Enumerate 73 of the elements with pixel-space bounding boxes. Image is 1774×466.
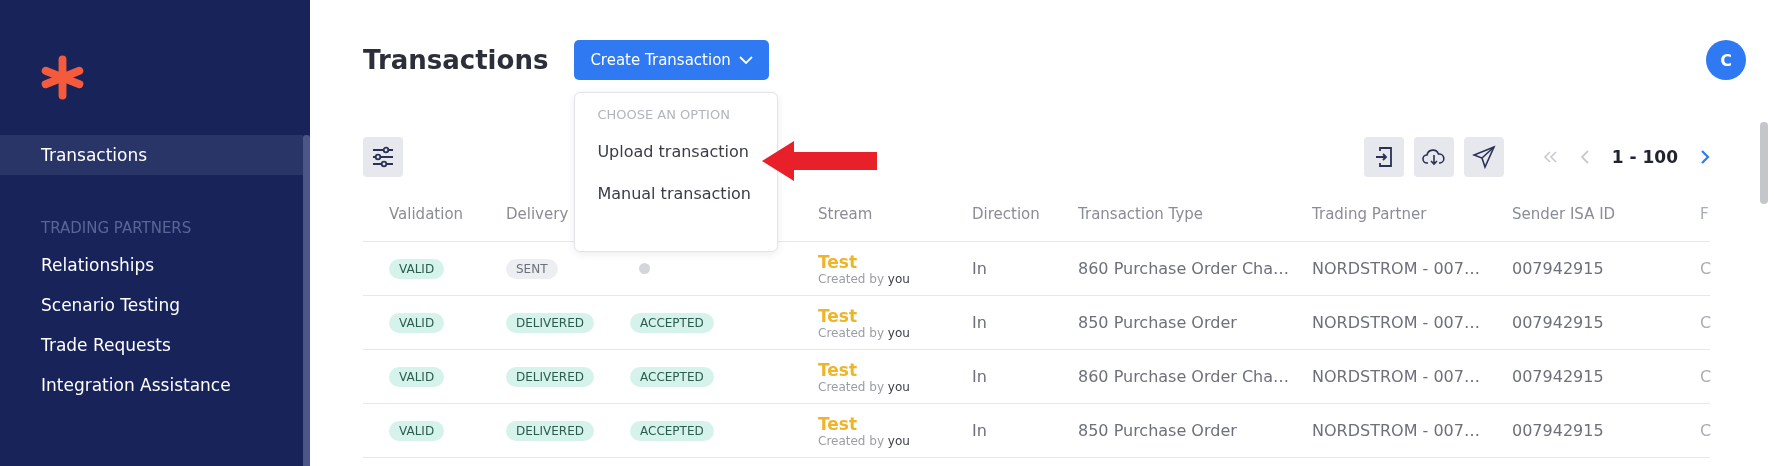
cloud-download-icon — [1421, 147, 1446, 167]
table-cell-text: 860 Purchase Order Cha… — [1078, 259, 1291, 278]
status-dot — [639, 263, 650, 274]
column-header: Delivery — [506, 204, 569, 223]
delivery-badge: DELIVERED — [506, 420, 594, 441]
table-cell-text: C — [1700, 421, 1713, 440]
page-title: Transactions — [363, 45, 549, 75]
chevron-down-icon — [738, 56, 753, 64]
table-cell-text: In — [972, 421, 988, 440]
table-cell-text: In — [972, 367, 988, 386]
table-cell-text: 007942915 — [1512, 259, 1605, 278]
table-cell-text: In — [972, 313, 988, 332]
validation-badge: VALID — [389, 258, 445, 279]
send-button[interactable] — [1463, 137, 1504, 177]
chevron-left-icon — [1579, 149, 1590, 165]
sidebar-item[interactable]: Integration Assistance — [0, 365, 303, 405]
sidebar-item[interactable]: Scenario Testing — [0, 285, 303, 325]
table-cell-text: 007942915 — [1512, 421, 1605, 440]
create-transaction-button[interactable]: Create Transaction — [574, 40, 769, 80]
table-cell-text: 850 Purchase Order — [1078, 421, 1238, 440]
menu-heading: CHOOSE AN OPTION — [597, 107, 731, 122]
sliders-icon — [371, 146, 395, 168]
menu-item[interactable]: Manual transaction — [597, 184, 751, 203]
page-scrollbar[interactable] — [1760, 122, 1768, 204]
menu-item[interactable]: Upload transaction — [597, 142, 749, 161]
table-cell-text: NORDSTROM - 007… — [1312, 259, 1481, 278]
chevron-right-icon — [1700, 149, 1710, 165]
column-header: Transaction Type — [1078, 204, 1204, 223]
sidebar-item[interactable]: Trade Requests — [0, 325, 303, 365]
table-cell-text: C — [1700, 313, 1713, 332]
validation-badge: VALID — [389, 420, 445, 441]
sidebar-item[interactable]: Relationships — [0, 245, 303, 285]
delivery-badge: SENT — [506, 258, 558, 279]
section-title: TRADING PARTNERS — [41, 219, 193, 237]
user-avatar[interactable]: C — [1706, 40, 1746, 80]
table-cell-text: C — [1700, 259, 1713, 278]
created-by-text: Created by you — [818, 433, 911, 448]
next-page-button[interactable] — [1700, 149, 1710, 165]
double-chevron-left-icon — [1541, 150, 1558, 164]
validation-badge: VALID — [389, 312, 445, 333]
asterisk-logo-icon — [40, 55, 85, 100]
import-button[interactable] — [1363, 137, 1404, 177]
file-import-icon — [1373, 146, 1394, 168]
sidebar-item[interactable]: Transactions — [0, 135, 303, 175]
table-cell-text: In — [972, 259, 988, 278]
status-badge: ACCEPTED — [630, 312, 714, 333]
delivery-badge: DELIVERED — [506, 312, 594, 333]
filter-button[interactable] — [363, 137, 403, 177]
table-cell-text: C — [1700, 367, 1713, 386]
sidebar-scrollbar[interactable] — [303, 135, 310, 466]
table-cell-text: 850 Purchase Order — [1078, 313, 1238, 332]
column-header: F — [1700, 204, 1709, 223]
column-header: Stream — [818, 204, 873, 223]
paper-plane-icon — [1471, 145, 1496, 169]
created-by-text: Created by you — [818, 271, 911, 286]
column-header: Sender ISA ID — [1512, 204, 1616, 223]
validation-badge: VALID — [389, 366, 445, 387]
table-cell-text: NORDSTROM - 007… — [1312, 421, 1481, 440]
column-header: Validation — [389, 204, 464, 223]
created-by-text: Created by you — [818, 325, 911, 340]
column-header: Direction — [972, 204, 1040, 223]
status-badge: ACCEPTED — [630, 366, 714, 387]
download-button[interactable] — [1413, 137, 1454, 177]
column-header: Trading Partner — [1312, 204, 1427, 223]
created-by-text: Created by you — [818, 379, 911, 394]
table-cell-text: NORDSTROM - 007… — [1312, 367, 1481, 386]
table-cell-text: 860 Purchase Order Cha… — [1078, 367, 1291, 386]
table-cell-text: NORDSTROM - 007… — [1312, 313, 1481, 332]
table-cell-text: 007942915 — [1512, 367, 1605, 386]
delivery-badge: DELIVERED — [506, 366, 594, 387]
status-badge: ACCEPTED — [630, 420, 714, 441]
page-range: 1 - 100 — [1611, 147, 1678, 167]
table-cell-text: 007942915 — [1512, 313, 1605, 332]
